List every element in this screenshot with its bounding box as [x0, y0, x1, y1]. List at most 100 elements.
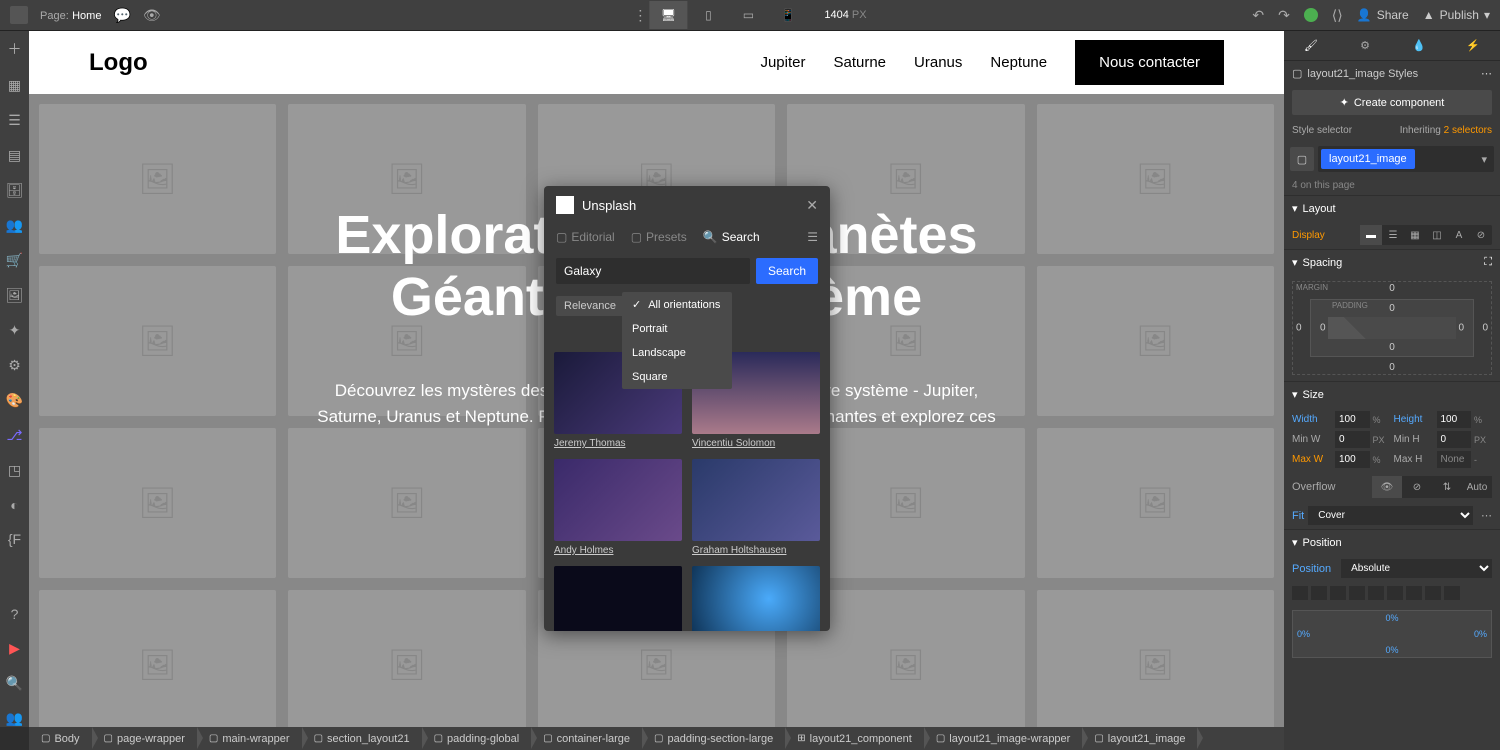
position-header[interactable]: ▾ Position — [1284, 529, 1500, 555]
anchor-preset[interactable] — [1444, 586, 1460, 600]
add-element-icon[interactable]: ＋ — [8, 39, 22, 59]
layout-header[interactable]: ▾ Layout — [1284, 195, 1500, 221]
navigator-icon[interactable]: ☰ — [8, 112, 21, 129]
publish-button[interactable]: ▲ Publish ▾ — [1423, 8, 1490, 22]
padding-bottom-value[interactable]: 0 — [1389, 342, 1395, 353]
tab-editorial[interactable]: ▢Editorial — [556, 230, 615, 244]
page-name[interactable]: Home — [72, 10, 101, 22]
display-none-icon[interactable]: ⊘ — [1470, 225, 1492, 245]
components-icon[interactable]: ▤ — [8, 147, 21, 164]
overflow-scroll-icon[interactable]: ⇅ — [1432, 476, 1462, 498]
crumb-padding-global[interactable]: ▢padding-global — [422, 727, 532, 750]
tab-presets[interactable]: ▢Presets — [631, 230, 687, 244]
chevron-down-icon[interactable]: ▾ — [1477, 153, 1491, 166]
minw-input[interactable] — [1335, 431, 1370, 448]
position-editor[interactable]: 0% 0% 0% 0% — [1292, 610, 1492, 658]
fit-more-icon[interactable]: ⋯ — [1481, 509, 1492, 522]
nav-item-neptune[interactable]: Neptune — [990, 54, 1047, 71]
crumb-container[interactable]: ▢container-large — [531, 727, 642, 750]
selector-type-icon[interactable]: ▢ — [1290, 147, 1314, 171]
modal-menu-icon[interactable]: ☰ — [807, 230, 818, 244]
box-icon[interactable]: ◳ — [8, 462, 21, 479]
anchor-preset[interactable] — [1368, 586, 1384, 600]
crumb-image-wrapper[interactable]: ▢layout21_image-wrapper — [924, 727, 1083, 750]
result-item[interactable] — [554, 566, 682, 631]
overflow-auto-button[interactable]: Auto — [1462, 476, 1492, 498]
margin-bottom-value[interactable]: 0 — [1389, 362, 1395, 373]
crumb-padding-section[interactable]: ▢padding-section-large — [642, 727, 785, 750]
maxh-input[interactable] — [1437, 451, 1472, 468]
display-grid-icon[interactable]: ▦ — [1404, 225, 1426, 245]
anchor-preset[interactable] — [1406, 586, 1422, 600]
users-icon[interactable]: 👥 — [6, 217, 23, 234]
ecommerce-icon[interactable]: 🛒 — [6, 252, 23, 269]
device-tablet-landscape-icon[interactable]: ▭ — [729, 1, 767, 29]
selector-chip[interactable]: layout21_image — [1321, 149, 1415, 169]
tab-style-icon[interactable]: 🖌 — [1284, 31, 1338, 60]
crumb-image[interactable]: ▢layout21_image — [1082, 727, 1197, 750]
apps-icon[interactable]: ✦ — [9, 322, 21, 339]
redo-icon[interactable]: ↷ — [1278, 7, 1290, 24]
cms-icon[interactable]: 🗄 — [6, 182, 24, 199]
audit-icon[interactable]: ◐ — [10, 497, 18, 513]
tab-interactions-icon[interactable]: ⚡ — [1446, 31, 1500, 60]
crumb-main-wrapper[interactable]: ▢main-wrapper — [197, 727, 302, 750]
pos-bottom-value[interactable]: 0% — [1385, 645, 1398, 655]
result-thumbnail[interactable] — [692, 566, 820, 631]
webflow-logo-icon[interactable] — [10, 6, 28, 24]
assets-icon[interactable]: 🖼 — [6, 287, 24, 304]
nav-item-jupiter[interactable]: Jupiter — [760, 54, 805, 71]
crumb-page-wrapper[interactable]: ▢page-wrapper — [92, 727, 197, 750]
tab-effects-icon[interactable]: 💧 — [1392, 31, 1446, 60]
overflow-visible-icon[interactable]: 👁 — [1372, 476, 1402, 498]
share-button[interactable]: 👤 Share — [1357, 8, 1409, 22]
search-button[interactable]: Search — [756, 258, 818, 284]
device-tablet-icon[interactable]: ▯ — [689, 1, 727, 29]
tab-settings-icon[interactable]: ⚙ — [1338, 31, 1392, 60]
maxw-input[interactable] — [1335, 451, 1370, 468]
crumb-section[interactable]: ▢section_layout21 — [302, 727, 422, 750]
result-item[interactable]: Graham Holtshausen — [692, 459, 820, 556]
relevance-filter[interactable]: Relevance — [556, 296, 624, 316]
selector-input[interactable]: ▢ layout21_image ▾ — [1290, 146, 1494, 172]
result-item[interactable]: Andy Holmes — [554, 459, 682, 556]
nav-item-saturne[interactable]: Saturne — [833, 54, 886, 71]
display-flex-icon[interactable]: ☰ — [1382, 225, 1404, 245]
display-inline-block-icon[interactable]: ◫ — [1426, 225, 1448, 245]
help-icon[interactable]: ? — [11, 606, 19, 622]
spacing-editor[interactable]: MARGIN PADDING 0 0 0 0 0 0 0 0 — [1292, 281, 1492, 375]
maxw-unit[interactable]: % — [1373, 455, 1391, 465]
anchor-preset[interactable] — [1292, 586, 1308, 600]
expand-icon[interactable]: ⛶ — [1484, 256, 1492, 269]
position-select[interactable]: Absolute — [1341, 559, 1492, 578]
anchor-preset[interactable] — [1349, 586, 1365, 600]
settings-icon[interactable]: ⚙ — [8, 357, 21, 374]
anchor-preset[interactable] — [1311, 586, 1327, 600]
spacing-header[interactable]: ▾ Spacing⛶ — [1284, 249, 1500, 275]
anchor-preset[interactable] — [1330, 586, 1346, 600]
more-icon[interactable]: ⋯ — [1481, 67, 1492, 80]
height-input[interactable] — [1437, 411, 1472, 428]
audit-panel-icon[interactable]: 👥 — [6, 710, 23, 727]
comments-icon[interactable]: 💬 — [113, 7, 130, 24]
padding-right-value[interactable]: 0 — [1458, 323, 1464, 334]
device-desktop-icon[interactable]: 🖥 — [649, 1, 687, 29]
display-inline-icon[interactable]: A — [1448, 225, 1470, 245]
cta-button[interactable]: Nous contacter — [1075, 40, 1224, 85]
margin-left-value[interactable]: 0 — [1296, 323, 1302, 334]
device-mobile-icon[interactable]: 📱 — [769, 1, 807, 29]
size-header[interactable]: ▾ Size — [1284, 381, 1500, 407]
braces-icon[interactable]: {F — [8, 531, 21, 547]
close-icon[interactable]: ✕ — [806, 197, 818, 214]
crumb-body[interactable]: ▢Body — [29, 727, 92, 750]
display-block-icon[interactable]: ▬ — [1360, 225, 1382, 245]
crumb-component[interactable]: ⊞layout21_component — [785, 727, 924, 750]
orientation-square[interactable]: Square — [622, 365, 732, 389]
orientation-landscape[interactable]: Landscape — [622, 341, 732, 365]
pos-right-value[interactable]: 0% — [1474, 629, 1487, 639]
width-input[interactable] — [1335, 411, 1370, 428]
undo-icon[interactable]: ↶ — [1252, 7, 1264, 24]
maxh-unit[interactable]: - — [1474, 455, 1492, 465]
inheriting-label[interactable]: Inheriting 2 selectors — [1400, 125, 1492, 136]
logic-icon[interactable]: ⎇ — [6, 427, 22, 444]
